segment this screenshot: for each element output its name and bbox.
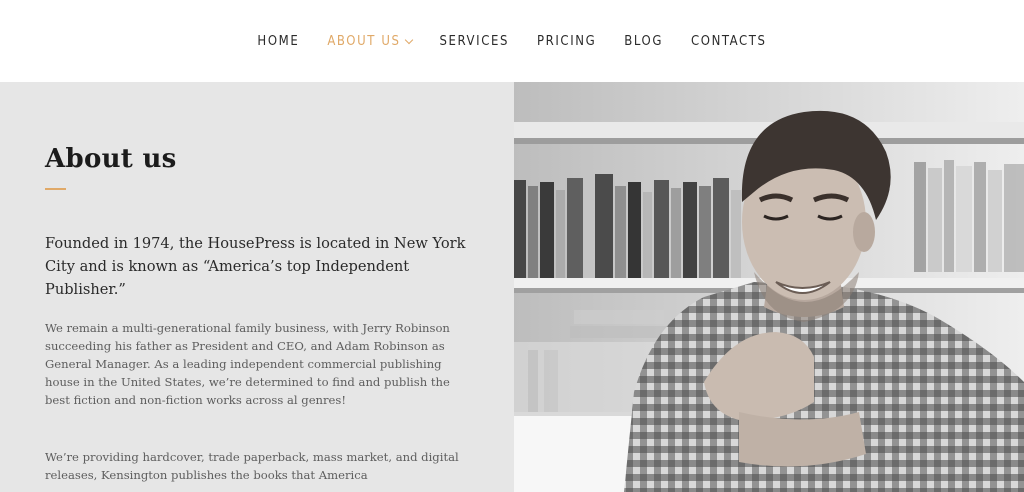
man-at-laptop-illustration xyxy=(514,82,1024,492)
title-accent-divider xyxy=(45,188,66,190)
nav-item-pricing[interactable]: PRICING xyxy=(537,34,596,49)
hero-photo xyxy=(514,82,1024,492)
nav-item-about-us[interactable]: ABOUT US xyxy=(327,34,413,49)
nav-item-label: PRICING xyxy=(537,34,597,49)
nav-menu: HOME ABOUT US SERVICES PRICING BLOG CONT… xyxy=(0,34,1024,49)
nav-item-contacts[interactable]: CONTACTS xyxy=(691,34,767,49)
nav-item-label: BLOG xyxy=(624,34,664,49)
nav-item-label: HOME xyxy=(257,34,300,49)
nav-item-label: ABOUT US xyxy=(327,34,401,49)
nav-item-services[interactable]: SERVICES xyxy=(440,34,509,49)
chevron-down-icon xyxy=(404,35,413,44)
nav-item-blog[interactable]: BLOG xyxy=(624,34,663,49)
body-paragraph-2: We’re providing hardcover, trade paperba… xyxy=(45,450,459,482)
page-title: About us xyxy=(45,144,177,174)
about-panel: About us Founded in 1974, the HousePress… xyxy=(0,82,514,492)
lead-paragraph: Founded in 1974, the HousePress is locat… xyxy=(45,235,466,298)
body-paragraph-1: We remain a multi-generational family bu… xyxy=(45,321,450,407)
nav-item-home[interactable]: HOME xyxy=(257,34,299,49)
nav-item-label: SERVICES xyxy=(439,34,509,49)
nav-item-label: CONTACTS xyxy=(691,34,767,49)
main-navigation: HOME ABOUT US SERVICES PRICING BLOG CONT… xyxy=(0,0,1024,82)
